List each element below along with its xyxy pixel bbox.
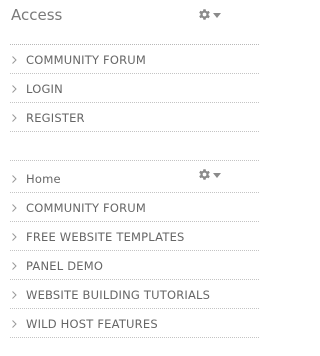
- chevron-right-icon: [12, 56, 17, 64]
- nav-item-free-website-templates[interactable]: FREE WEBSITE TEMPLATES: [10, 222, 259, 251]
- chevron-right-icon: [12, 85, 17, 93]
- chevron-right-icon: [12, 175, 17, 183]
- nav-item-wild-host-features[interactable]: WILD HOST FEATURES: [10, 309, 259, 338]
- access-menu: COMMUNITY FORUM LOGIN REGISTER: [10, 45, 259, 132]
- chevron-down-icon: [213, 13, 221, 18]
- access-item-login[interactable]: LOGIN: [10, 74, 259, 103]
- nav-item-website-building-tutorials[interactable]: WEBSITE BUILDING TUTORIALS: [10, 280, 259, 309]
- menu-item-label: FREE WEBSITE TEMPLATES: [26, 230, 185, 244]
- chevron-right-icon: [12, 114, 17, 122]
- access-item-register[interactable]: REGISTER: [10, 103, 259, 132]
- menu-item-label: COMMUNITY FORUM: [26, 201, 147, 215]
- chevron-right-icon: [12, 320, 17, 328]
- access-settings-button[interactable]: [198, 8, 222, 22]
- chevron-right-icon: [12, 291, 17, 299]
- access-widget-header: Access: [10, 0, 259, 45]
- chevron-right-icon: [12, 233, 17, 241]
- nav-item-home[interactable]: Home: [10, 164, 259, 193]
- nav-menu: Home COMMUNITY FORUM FREE WEBSITE TEMPLA…: [10, 164, 259, 338]
- chevron-right-icon: [12, 204, 17, 212]
- gear-icon: [199, 9, 210, 20]
- access-item-community-forum[interactable]: COMMUNITY FORUM: [10, 45, 259, 74]
- access-widget: Access COMMUNITY FORUM LOGIN REGISTER: [10, 0, 259, 132]
- menu-item-label: WEBSITE BUILDING TUTORIALS: [26, 288, 211, 302]
- menu-item-label: LOGIN: [26, 82, 63, 96]
- menu-item-label: PANEL DEMO: [26, 259, 104, 273]
- menu-item-label: WILD HOST FEATURES: [26, 317, 158, 331]
- menu-item-label: COMMUNITY FORUM: [26, 53, 147, 67]
- menu-item-label: Home: [26, 172, 61, 186]
- nav-item-panel-demo[interactable]: PANEL DEMO: [10, 251, 259, 280]
- access-widget-title: Access: [11, 6, 63, 24]
- menu-item-label: REGISTER: [26, 111, 85, 125]
- divider: [10, 160, 259, 161]
- nav-item-community-forum[interactable]: COMMUNITY FORUM: [10, 193, 259, 222]
- page: Access COMMUNITY FORUM LOGIN REGISTER Ho…: [0, 0, 268, 356]
- chevron-right-icon: [12, 262, 17, 270]
